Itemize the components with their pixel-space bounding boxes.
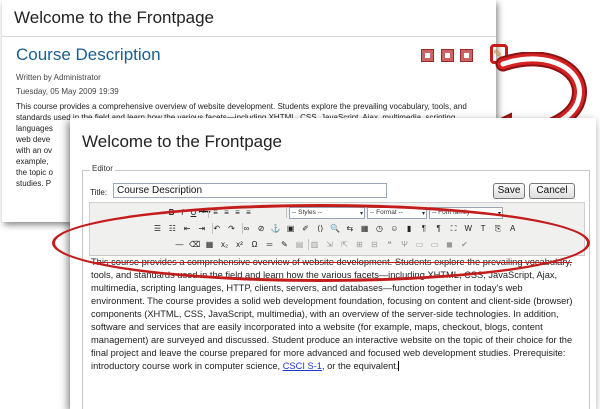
layer-abs-icon[interactable]: ▥ — [309, 239, 320, 250]
layer-icon[interactable]: ▤ — [294, 239, 305, 250]
image-icon[interactable]: ▣ — [285, 223, 296, 234]
paste-word-icon[interactable]: W — [463, 223, 474, 234]
body-line: This course provides a comprehensive ove… — [16, 102, 467, 111]
back-course-title[interactable]: Course Description — [16, 45, 161, 65]
align-right-icon[interactable]: ≡ — [232, 207, 243, 218]
content-line: environment. The course provides a solid… — [91, 296, 573, 306]
date-line: Tuesday, 05 May 2009 19:39 — [16, 87, 119, 96]
replace-icon[interactable]: ⇆ — [344, 223, 355, 234]
cancel-button[interactable]: Cancel — [529, 183, 575, 199]
edit-icon[interactable]: ✎ — [279, 239, 290, 250]
content-line-last: introductory course work in computer sci… — [91, 360, 582, 373]
title-label: Title: — [90, 188, 108, 197]
align-justify-icon[interactable]: ≡ — [243, 207, 254, 218]
horizontal-rule-icon[interactable]: — — [174, 239, 185, 250]
content-line: software and services that are easily in… — [91, 322, 543, 332]
front-site-title: Welcome to the Frontpage — [82, 132, 283, 151]
redo-icon[interactable]: ↷ — [226, 223, 237, 234]
save-button[interactable]: Save — [493, 183, 525, 199]
fullscreen-icon[interactable]: ⛶ — [448, 223, 459, 234]
editor-toolbar: -- Styles -- ▾ -- Format -- ▾ -- Font fami… — [89, 202, 585, 256]
bold-icon[interactable]: B — [166, 207, 177, 218]
content-line: final project and leave the course prepa… — [91, 348, 566, 358]
spellcheck-icon[interactable]: ✔ — [459, 239, 470, 250]
pagebreak-icon[interactable]: ⊞ — [354, 239, 365, 250]
unlink-icon[interactable]: ⊘ — [256, 223, 267, 234]
find-icon[interactable]: 🔍 — [330, 223, 341, 234]
template-icon[interactable]: ⊟ — [369, 239, 380, 250]
remove-format-icon[interactable]: ⌫ — [189, 239, 200, 250]
html-icon[interactable]: ⟨⟩ — [315, 223, 326, 234]
font-family-select[interactable]: -- Font family -- ▾ — [429, 207, 503, 219]
hr-icon[interactable]: ═ — [264, 239, 275, 250]
cite-icon[interactable]: ❝ — [384, 239, 395, 250]
editor-page: Welcome to the Frontpage Editor Title: C… — [70, 118, 596, 409]
back-site-title: Welcome to the Frontpage — [14, 8, 215, 27]
italic-icon[interactable]: I — [177, 207, 188, 218]
move-front-icon[interactable]: ⇱ — [339, 239, 350, 250]
visual-aid-icon[interactable]: ▦ — [204, 239, 215, 250]
pdf-icon[interactable] — [421, 49, 434, 62]
copy-icon[interactable]: ⎘ — [492, 223, 503, 234]
insert-date-icon[interactable]: ◷ — [374, 223, 385, 234]
media-icon[interactable]: ▮ — [404, 223, 415, 234]
anchor-icon[interactable]: ⚓ — [270, 223, 281, 234]
paste-text-icon[interactable]: T — [478, 223, 489, 234]
toolbar-separator — [242, 223, 243, 234]
prerequisite-link[interactable]: CSCI S-1 — [283, 361, 322, 371]
toolbar-separator — [208, 207, 209, 218]
back-header: Welcome to the Frontpage — [2, 0, 496, 37]
content-line: multimedia, scripting languages, HTTP, c… — [91, 283, 523, 293]
numbered-list-icon[interactable]: ☷ — [167, 223, 178, 234]
indent-icon[interactable]: ⇥ — [196, 223, 207, 234]
special-char-icon[interactable]: Ω — [249, 239, 260, 250]
content-text: , or the equivalent. — [321, 361, 399, 371]
attribs-icon[interactable]: ▭ — [414, 239, 425, 250]
content-line: tools, and standards used in the field a… — [91, 270, 558, 280]
format-select[interactable]: -- Format -- ▾ — [367, 207, 427, 219]
abbr-icon[interactable]: Ψ — [399, 239, 410, 250]
outdent-icon[interactable]: ⇤ — [182, 223, 193, 234]
move-back-icon[interactable]: ⇲ — [324, 239, 335, 250]
print-icon[interactable] — [441, 49, 454, 62]
align-left-icon[interactable]: ≡ — [210, 207, 221, 218]
align-center-icon[interactable]: ≡ — [221, 207, 232, 218]
content-line: components (XHTML, CSS, JavaScript, mult… — [91, 309, 559, 319]
content-line: This course provides a comprehensive ove… — [91, 257, 572, 267]
content-line: management) are surveyed and discussed. … — [91, 335, 573, 345]
toolbar-separator — [286, 207, 287, 218]
subscript-icon[interactable]: x₂ — [219, 239, 230, 250]
underline-icon[interactable]: U — [188, 207, 199, 218]
toolbar-separator — [212, 223, 213, 234]
nonbreaking-icon[interactable]: ▭ — [429, 239, 440, 250]
rtl-icon[interactable]: ¶ — [433, 223, 444, 234]
editor-content-area[interactable]: This course provides a comprehensive ove… — [89, 255, 584, 409]
text-color-icon[interactable]: A — [507, 223, 518, 234]
toolbar-separator — [308, 239, 309, 250]
content-text: introductory course work in computer sci… — [91, 361, 283, 371]
preview-icon[interactable]: ◼ — [444, 239, 455, 250]
editor-legend: Editor — [90, 164, 115, 173]
title-input[interactable]: Course Description — [113, 183, 387, 198]
ltr-icon[interactable]: ¶ — [418, 223, 429, 234]
author-line: Written by Administrator — [16, 73, 101, 82]
cleanup-icon[interactable]: ✐ — [300, 223, 311, 234]
styles-select[interactable]: -- Styles -- ▾ — [289, 207, 365, 219]
superscript-icon[interactable]: x² — [234, 239, 245, 250]
emoticon-icon[interactable]: ☺ — [389, 223, 400, 234]
table-icon[interactable]: ▦ — [359, 223, 370, 234]
bullet-list-icon[interactable]: ☰ — [152, 223, 163, 234]
